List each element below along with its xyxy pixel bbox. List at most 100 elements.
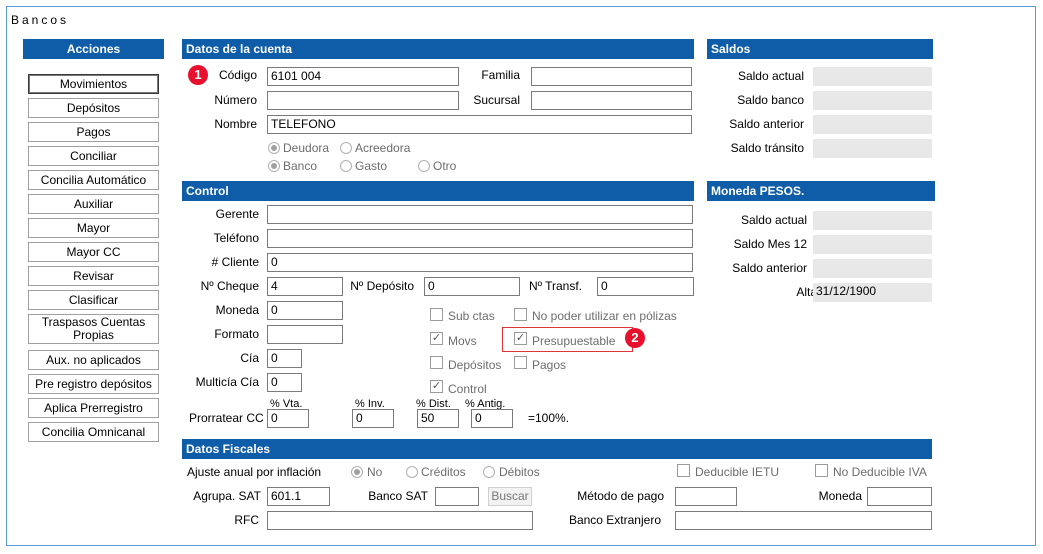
numero-input[interactable] <box>267 91 459 110</box>
cheque-input[interactable]: 4 <box>267 277 343 296</box>
inv-input[interactable]: 0 <box>352 409 394 428</box>
saldo-actual-label: Saldo actual <box>737 69 804 83</box>
rfc-label: RFC <box>234 513 259 527</box>
buscar-button[interactable]: Buscar <box>488 487 532 506</box>
sub-ctas-label: Sub ctas <box>448 309 495 323</box>
depositos-checkbox[interactable] <box>430 356 443 369</box>
aux-no-aplicados-button[interactable]: Aux. no aplicados <box>28 350 159 370</box>
no-polizas-checkbox[interactable] <box>514 308 527 321</box>
banco-radio[interactable] <box>268 160 280 172</box>
prorratear-label: Prorratear CC <box>189 411 264 425</box>
multicia-label: Multicía Cía <box>195 375 259 389</box>
moneda-input[interactable]: 0 <box>267 301 343 320</box>
clasificar-button[interactable]: Clasificar <box>28 290 159 310</box>
control-header: Control <box>182 181 694 201</box>
pre-registro-depositos-button[interactable]: Pre registro depósitos <box>28 374 159 394</box>
multicia-input[interactable]: 0 <box>267 373 302 392</box>
traspasos-button[interactable]: Traspasos Cuentas Propias <box>28 314 159 344</box>
formato-input[interactable] <box>267 325 343 344</box>
dist-input[interactable]: 50 <box>417 409 459 428</box>
gasto-radio[interactable] <box>340 160 352 172</box>
ietu-label: Deducible IETU <box>695 465 780 479</box>
ajuste-no-radio[interactable] <box>351 466 363 478</box>
familia-input[interactable] <box>531 67 692 86</box>
mon-saldo-actual-field <box>813 211 932 230</box>
fiscal-moneda-input[interactable] <box>867 487 932 506</box>
mayor-button[interactable]: Mayor <box>28 218 159 238</box>
rfc-input[interactable] <box>267 511 533 530</box>
movs-checkbox[interactable]: ✓ <box>430 332 443 345</box>
formato-label: Formato <box>214 327 259 341</box>
acreedora-label: Acreedora <box>355 141 411 155</box>
saldo-banco-label: Saldo banco <box>737 93 804 107</box>
banco-label: Banco <box>283 159 318 173</box>
fiscal-moneda-label: Moneda <box>818 489 862 503</box>
cia-label: Cía <box>240 351 259 365</box>
banco-ext-input[interactable] <box>675 511 932 530</box>
deposito-label: Nº Depósito <box>350 279 414 293</box>
sub-ctas-checkbox[interactable] <box>430 308 443 321</box>
transf-label: Nº Transf. <box>528 279 582 293</box>
telefono-label: Teléfono <box>213 231 259 245</box>
sucursal-input[interactable] <box>531 91 692 110</box>
revisar-button[interactable]: Revisar <box>28 266 159 286</box>
mon-saldo-anterior-label: Saldo anterior <box>732 261 807 275</box>
deposito-input[interactable]: 0 <box>424 277 520 296</box>
saldo-transito-field <box>813 139 932 158</box>
alta-field: 31/12/1900 <box>813 283 932 302</box>
pagos-checkbox[interactable] <box>514 356 527 369</box>
no-iva-label: No Deducible IVA <box>833 465 927 479</box>
cia-input[interactable]: 0 <box>267 349 302 368</box>
pagos-button[interactable]: Pagos <box>28 122 159 142</box>
control-checkbox[interactable]: ✓ <box>430 380 443 393</box>
saldos-header: Saldos <box>707 39 933 59</box>
mayor-cc-button[interactable]: Mayor CC <box>28 242 159 262</box>
mon-saldo-actual-label: Saldo actual <box>740 213 807 227</box>
transf-input[interactable]: 0 <box>597 277 694 296</box>
deudora-radio[interactable] <box>268 142 280 154</box>
presupuestable-label: Presupuestable <box>532 334 616 348</box>
gasto-label: Gasto <box>355 159 388 173</box>
mon-saldo-anterior-field <box>813 259 932 278</box>
concilia-omnicanal-button[interactable]: Concilia Omnicanal <box>28 422 159 442</box>
otro-label: Otro <box>433 159 457 173</box>
ajuste-debitos-radio[interactable] <box>483 466 495 478</box>
agrupa-input[interactable]: 601.1 <box>267 487 330 506</box>
no-polizas-label: No poder utilizar en pólizas <box>532 309 677 323</box>
ietu-checkbox[interactable] <box>677 464 690 477</box>
depositos-button[interactable]: Depósitos <box>28 98 159 118</box>
vta-input[interactable]: 0 <box>267 409 309 428</box>
saldo-banco-field <box>813 91 932 110</box>
datos-cuenta-header: Datos de la cuenta <box>182 39 694 59</box>
cliente-input[interactable]: 0 <box>267 253 693 272</box>
cheque-label: Nº Cheque <box>200 279 259 293</box>
auxiliar-button[interactable]: Auxiliar <box>28 194 159 214</box>
aplica-prerregistro-button[interactable]: Aplica Prerregistro <box>28 398 159 418</box>
codigo-label: Código <box>218 68 257 82</box>
telefono-input[interactable] <box>267 229 693 248</box>
mon-saldo-mes12-field <box>813 235 932 254</box>
gerente-input[interactable] <box>267 205 693 224</box>
agrupa-label: Agrupa. SAT <box>193 489 261 503</box>
conciliar-button[interactable]: Conciliar <box>28 146 159 166</box>
banco-sat-input[interactable] <box>435 487 479 506</box>
concilia-automatico-button[interactable]: Concilia Automático <box>28 170 159 190</box>
antig-input[interactable]: 0 <box>471 409 513 428</box>
nombre-input[interactable]: TELEFONO <box>267 115 692 134</box>
acreedora-radio[interactable] <box>340 142 352 154</box>
codigo-input[interactable]: 6101 004 <box>267 67 459 86</box>
presupuestable-checkbox[interactable]: ✓ <box>514 332 527 345</box>
alta-label: Alta <box>796 285 817 299</box>
step-badge-2: 2 <box>625 328 645 348</box>
moneda-label: Moneda <box>215 303 259 317</box>
familia-label: Familia <box>481 68 520 82</box>
ajuste-creditos-radio[interactable] <box>406 466 418 478</box>
otro-radio[interactable] <box>418 160 430 172</box>
no-iva-checkbox[interactable] <box>815 464 828 477</box>
metodo-input[interactable] <box>675 487 737 506</box>
deudora-label: Deudora <box>283 141 330 155</box>
movimientos-button[interactable]: Movimientos <box>28 74 159 94</box>
saldo-anterior-field <box>813 115 932 134</box>
fiscales-header: Datos Fiscales <box>182 439 932 459</box>
ajuste-label: Ajuste anual por inflación <box>187 465 322 479</box>
